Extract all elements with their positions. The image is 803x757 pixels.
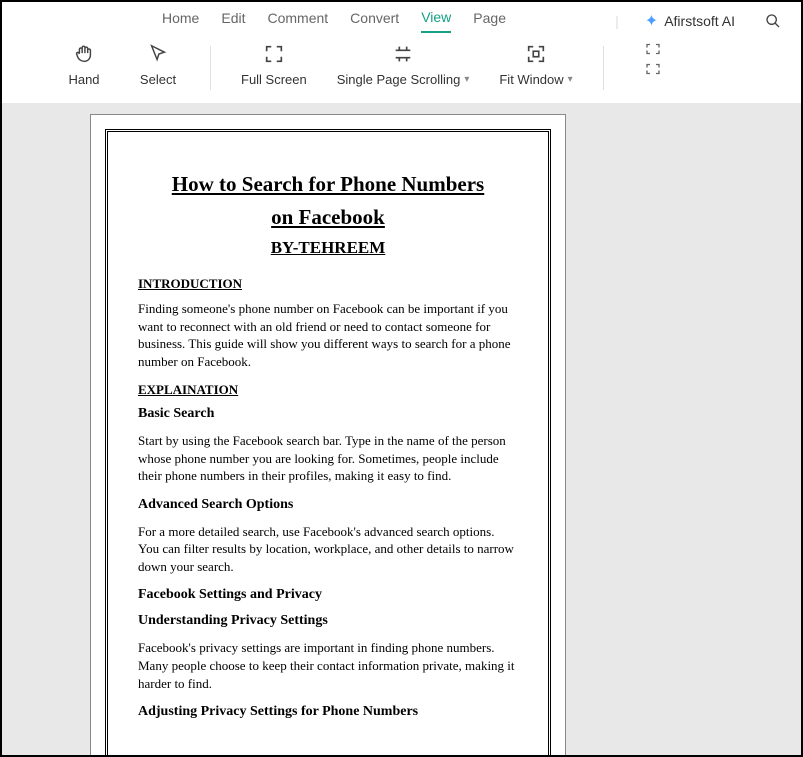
divider: | <box>615 13 619 29</box>
understanding-body: Facebook's privacy settings are importan… <box>138 639 518 692</box>
ai-label-text: Afirstsoft AI <box>664 13 735 29</box>
document-viewer[interactable]: How to Search for Phone Numbers on Faceb… <box>2 104 801 755</box>
single-page-scrolling-tool[interactable]: Single Page Scrolling ▾ <box>337 42 470 87</box>
hand-label: Hand <box>68 72 99 87</box>
page-scroll-icon <box>392 42 414 66</box>
tab-view[interactable]: View <box>421 9 451 33</box>
tab-page[interactable]: Page <box>473 10 506 32</box>
tab-comment[interactable]: Comment <box>267 10 328 32</box>
pdf-page: How to Search for Phone Numbers on Faceb… <box>90 114 566 755</box>
corners-icon-2[interactable] <box>644 62 662 76</box>
fit-window-icon <box>525 42 547 66</box>
intro-heading: INTRODUCTION <box>138 276 518 292</box>
intro-body: Finding someone's phone number on Facebo… <box>138 300 518 370</box>
basic-search-heading: Basic Search <box>138 406 518 422</box>
fit-window-label: Fit Window <box>499 72 563 87</box>
ai-button[interactable]: ✦ Afirstsoft AI <box>645 11 735 31</box>
explain-heading: EXPLAINATION <box>138 382 518 398</box>
hand-icon <box>73 42 95 66</box>
extra-tools <box>644 42 662 76</box>
fullscreen-icon <box>263 42 285 66</box>
tab-home[interactable]: Home <box>162 10 199 32</box>
single-page-label: Single Page Scrolling <box>337 72 461 87</box>
doc-author: BY-TEHREEM <box>138 238 518 258</box>
fit-window-tool[interactable]: Fit Window ▾ <box>499 42 572 87</box>
adjusting-heading: Adjusting Privacy Settings for Phone Num… <box>138 704 518 720</box>
settings-heading: Facebook Settings and Privacy <box>138 587 518 603</box>
chevron-down-icon: ▾ <box>568 74 573 85</box>
full-screen-label: Full Screen <box>241 72 307 87</box>
cursor-icon <box>147 42 169 66</box>
divider <box>603 46 604 90</box>
chevron-down-icon: ▾ <box>464 74 469 85</box>
understanding-heading: Understanding Privacy Settings <box>138 613 518 629</box>
select-label: Select <box>140 72 176 87</box>
advanced-body: For a more detailed search, use Facebook… <box>138 523 518 576</box>
divider <box>210 46 211 90</box>
hand-tool[interactable]: Hand <box>62 42 106 87</box>
tab-convert[interactable]: Convert <box>350 10 399 32</box>
tab-edit[interactable]: Edit <box>221 10 245 32</box>
corners-icon-1[interactable] <box>644 42 662 56</box>
doc-title-line1: How to Search for Phone Numbers <box>138 172 518 197</box>
toolbar: Hand Select Full Screen Single Page Scro… <box>2 34 801 104</box>
full-screen-tool[interactable]: Full Screen <box>241 42 307 87</box>
select-tool[interactable]: Select <box>136 42 180 87</box>
page-content: How to Search for Phone Numbers on Faceb… <box>105 129 551 755</box>
sparkle-icon: ✦ <box>645 11 658 31</box>
search-icon[interactable] <box>765 13 781 29</box>
basic-search-body: Start by using the Facebook search bar. … <box>138 432 518 485</box>
tab-bar: Home Edit Comment Convert View Page | ✦ … <box>2 2 801 34</box>
advanced-heading: Advanced Search Options <box>138 497 518 513</box>
doc-title-line2: on Facebook <box>138 205 518 230</box>
